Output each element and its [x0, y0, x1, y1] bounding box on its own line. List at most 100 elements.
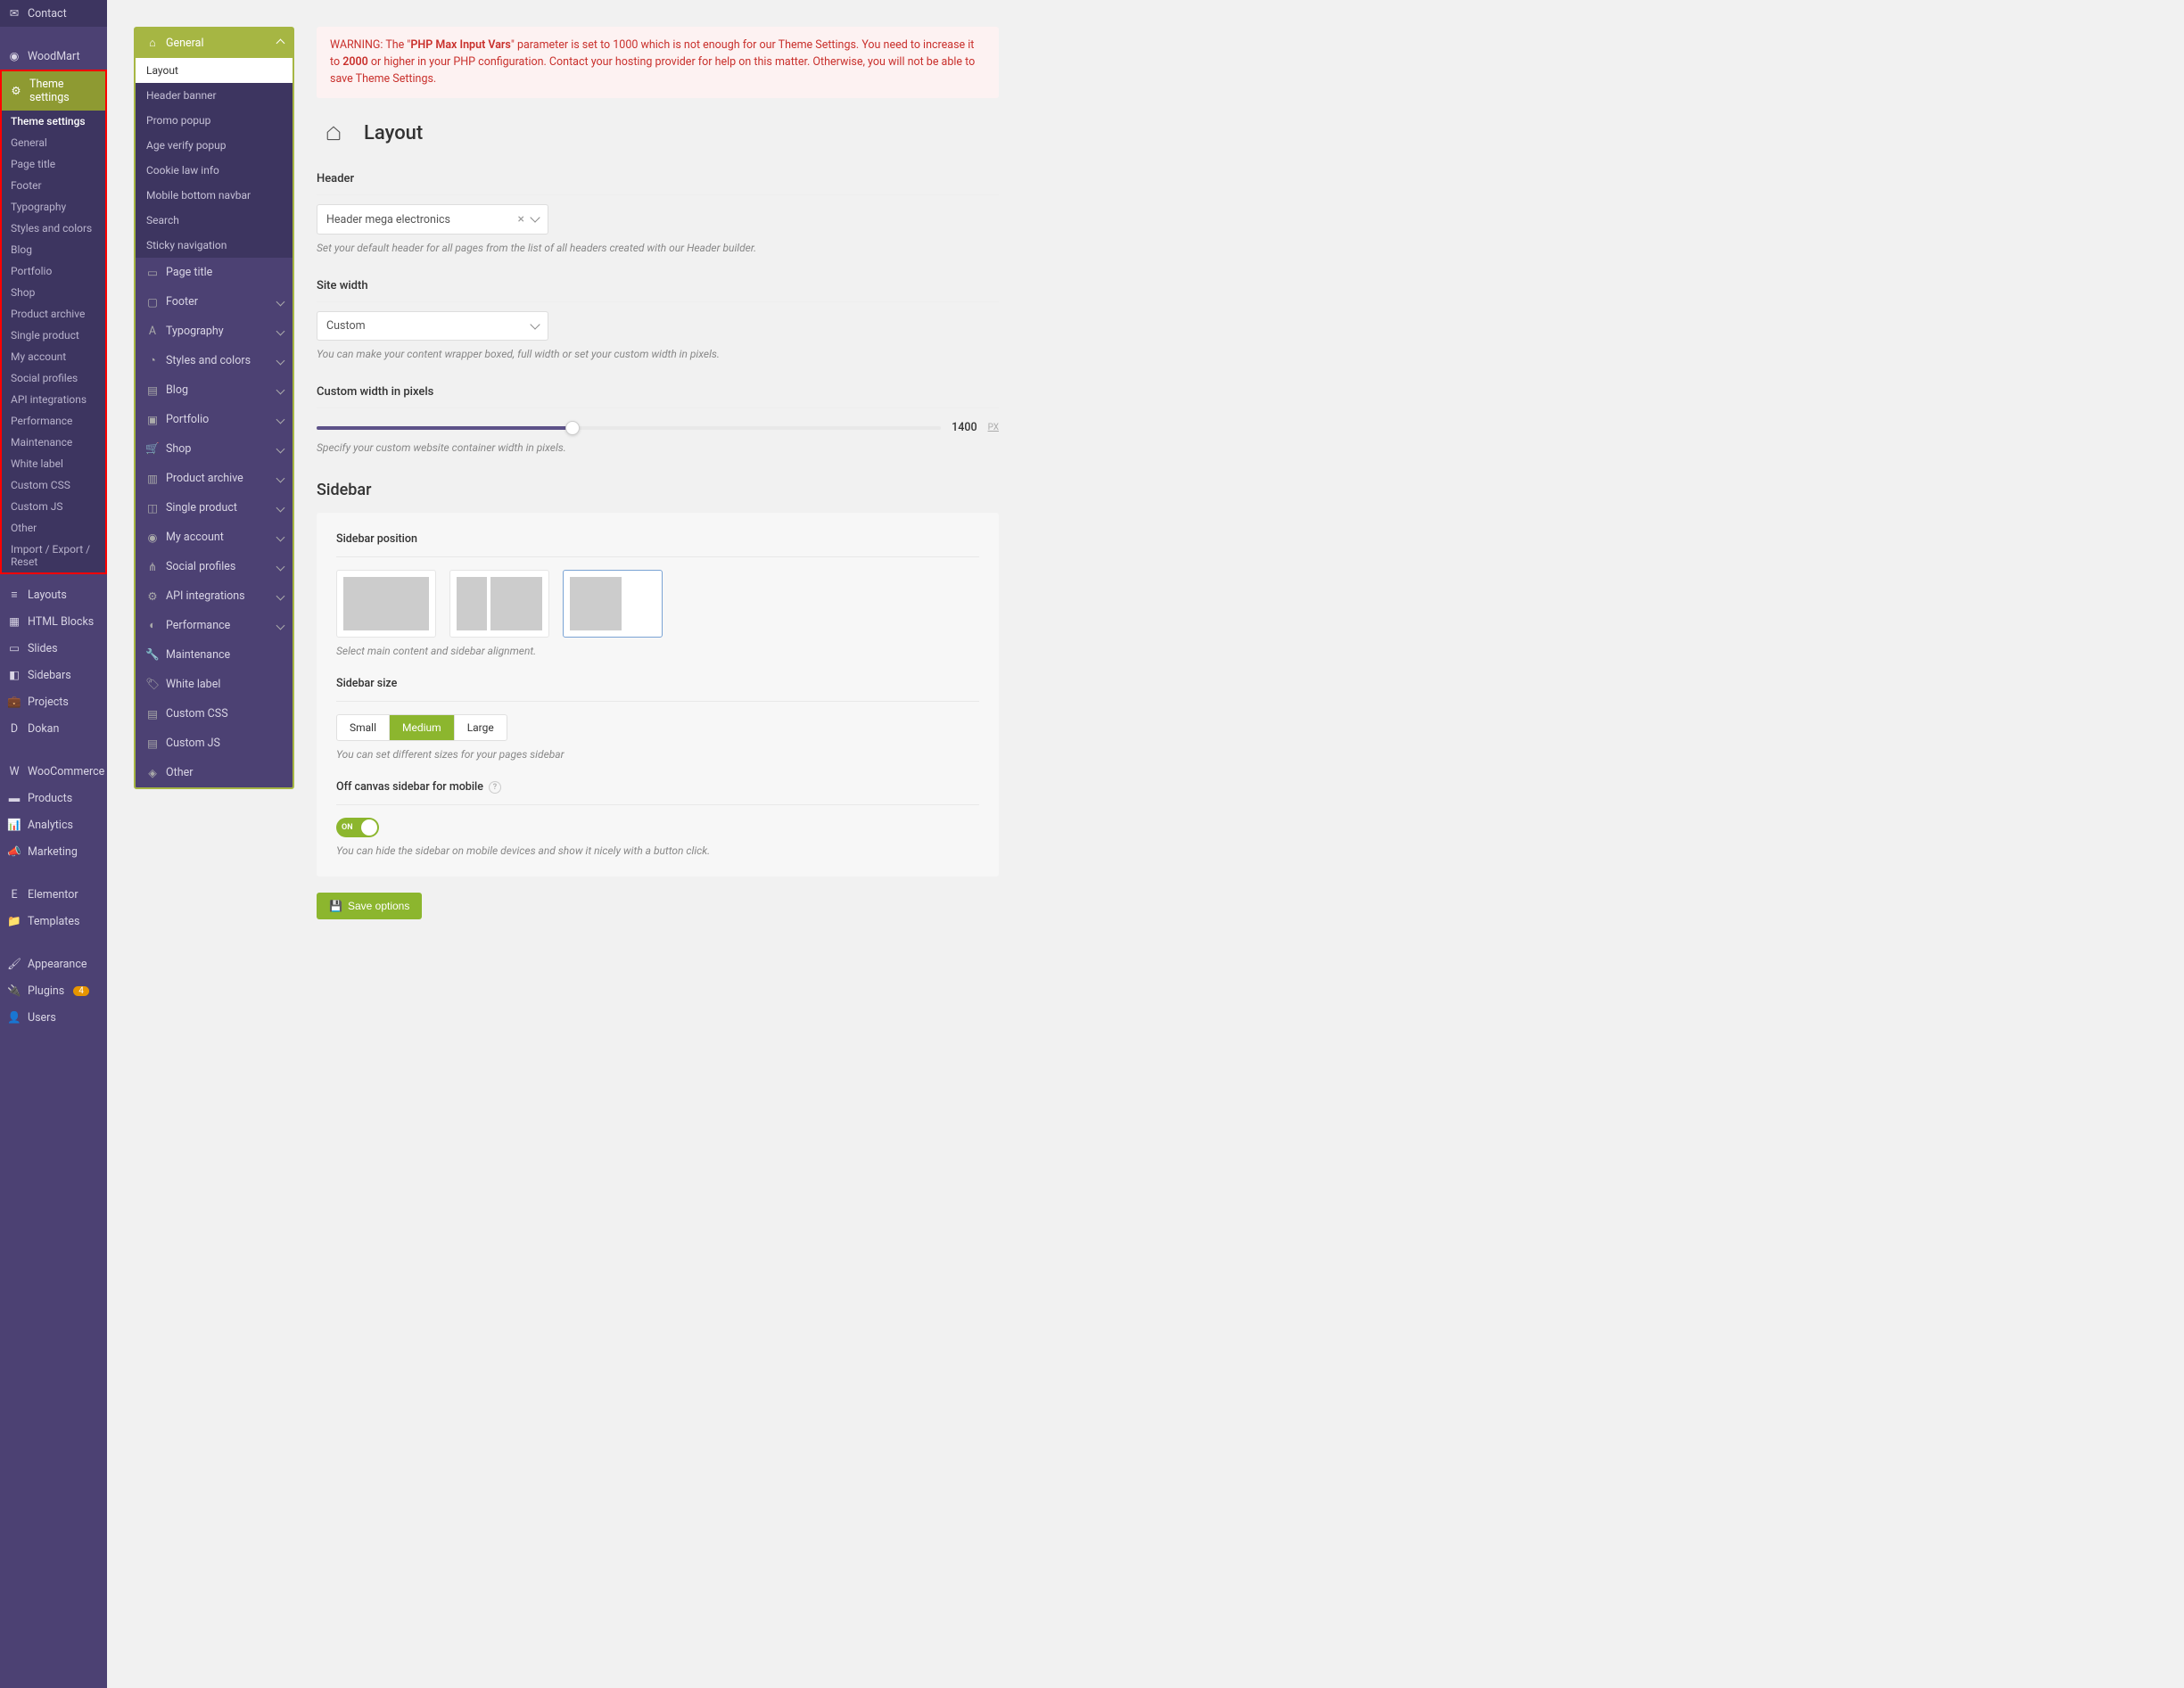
submenu-api-integrations[interactable]: API integrations [2, 389, 105, 410]
menu-appearance[interactable]: 🖌 Appearance [0, 951, 107, 977]
site-width-select[interactable]: Custom [317, 311, 548, 341]
menu-label: Templates [28, 915, 79, 928]
settings-custom-js[interactable]: ▤ Custom JS [136, 729, 293, 758]
settings-header-banner[interactable]: Header banner [136, 83, 293, 108]
settings-general[interactable]: ⌂ General [136, 29, 293, 58]
sidebar-panel: Sidebar position Select main content and… [317, 513, 999, 877]
clear-icon[interactable]: × [518, 212, 524, 226]
settings-maintenance[interactable]: 🔧 Maintenance [136, 640, 293, 670]
submenu-footer[interactable]: Footer [2, 175, 105, 196]
submenu-theme-settings-heading[interactable]: Theme settings [2, 111, 105, 132]
size-option-small[interactable]: Small [337, 715, 390, 740]
divider [336, 701, 979, 702]
header-select[interactable]: Header mega electronics × [317, 204, 548, 235]
settings-blog[interactable]: ▤ Blog [136, 375, 293, 405]
submenu-custom-css[interactable]: Custom CSS [2, 474, 105, 496]
settings-layout[interactable]: Layout [136, 58, 293, 83]
settings-page-title[interactable]: ▭ Page title [136, 258, 293, 287]
settings-white-label[interactable]: 🏷 White label [136, 670, 293, 699]
menu-woocommerce[interactable]: W WooCommerce [0, 758, 107, 785]
settings-age-verify[interactable]: Age verify popup [136, 133, 293, 158]
submenu-import-export[interactable]: Import / Export / Reset [2, 539, 105, 572]
settings-typography[interactable]: A Typography [136, 317, 293, 346]
settings-cookie-law[interactable]: Cookie law info [136, 158, 293, 183]
submenu-page-title[interactable]: Page title [2, 153, 105, 175]
settings-product-archive[interactable]: ▥ Product archive [136, 464, 293, 493]
submenu-other[interactable]: Other [2, 517, 105, 539]
settings-social-profiles[interactable]: ⋔ Social profiles [136, 552, 293, 581]
settings-footer[interactable]: ▢ Footer [136, 287, 293, 317]
menu-products[interactable]: ▬ Products [0, 785, 107, 811]
position-option-right[interactable] [563, 570, 663, 638]
settings-sticky-nav[interactable]: Sticky navigation [136, 233, 293, 258]
menu-marketing[interactable]: 📣 Marketing [0, 838, 107, 865]
wrench-icon: 🔧 [146, 649, 159, 662]
menu-templates[interactable]: 📁 Templates [0, 908, 107, 935]
submenu-white-label[interactable]: White label [2, 453, 105, 474]
submenu-blog[interactable]: Blog [2, 239, 105, 260]
menu-analytics[interactable]: 📊 Analytics [0, 811, 107, 838]
menu-woodmart[interactable]: ◉ WoodMart [0, 43, 107, 70]
menu-label: WoodMart [28, 50, 80, 63]
settings-label: Shop [166, 442, 191, 456]
settings-search[interactable]: Search [136, 208, 293, 233]
settings-single-product[interactable]: ◫ Single product [136, 493, 293, 523]
submenu-my-account[interactable]: My account [2, 346, 105, 367]
settings-portfolio[interactable]: ▣ Portfolio [136, 405, 293, 434]
submenu-typography[interactable]: Typography [2, 196, 105, 218]
submenu-custom-js[interactable]: Custom JS [2, 496, 105, 517]
submenu-single-product[interactable]: Single product [2, 325, 105, 346]
settings-styles-colors[interactable]: ◔ Styles and colors [136, 346, 293, 375]
field-header: Header Header mega electronics × Set you… [317, 172, 999, 254]
menu-sidebars[interactable]: ◧ Sidebars [0, 662, 107, 688]
offcanvas-toggle[interactable]: ON [336, 818, 379, 837]
submenu-performance[interactable]: Performance [2, 410, 105, 432]
menu-dokan[interactable]: D Dokan [0, 715, 107, 742]
menu-plugins[interactable]: 🔌 Plugins 4 [0, 977, 107, 1004]
save-button[interactable]: 💾 Save options [317, 893, 422, 919]
size-option-large[interactable]: Large [455, 715, 507, 740]
settings-label: Maintenance [166, 648, 230, 662]
settings-promo-popup[interactable]: Promo popup [136, 108, 293, 133]
slider-unit[interactable]: PX [988, 423, 999, 432]
settings-other[interactable]: ◈ Other [136, 758, 293, 787]
submenu-portfolio[interactable]: Portfolio [2, 260, 105, 282]
menu-layouts[interactable]: ≡ Layouts [0, 581, 107, 608]
submenu-styles-colors[interactable]: Styles and colors [2, 218, 105, 239]
menu-projects[interactable]: 💼 Projects [0, 688, 107, 715]
menu-label: Sidebars [28, 669, 71, 682]
briefcase-icon: 💼 [7, 695, 21, 709]
settings-performance[interactable]: ◐ Performance [136, 611, 293, 640]
submenu-shop[interactable]: Shop [2, 282, 105, 303]
menu-elementor[interactable]: E Elementor [0, 881, 107, 908]
settings-mobile-navbar[interactable]: Mobile bottom navbar [136, 183, 293, 208]
menu-contact[interactable]: ✉ Contact [0, 0, 107, 27]
submenu-maintenance[interactable]: Maintenance [2, 432, 105, 453]
settings-shop[interactable]: 🛒 Shop [136, 434, 293, 464]
settings-label: My account [166, 531, 224, 544]
settings-api-integrations[interactable]: ⚙ API integrations [136, 581, 293, 611]
warning-text: or higher in your PHP configuration. Con… [330, 55, 975, 86]
size-option-medium[interactable]: Medium [390, 715, 455, 740]
position-option-none[interactable] [336, 570, 436, 638]
menu-label: WooCommerce [28, 765, 104, 778]
menu-users[interactable]: 👤 Users [0, 1004, 107, 1031]
footer-icon: ▢ [146, 296, 159, 309]
menu-label: Projects [28, 696, 69, 709]
position-option-left[interactable] [449, 570, 549, 638]
submenu-social-profiles[interactable]: Social profiles [2, 367, 105, 389]
menu-theme-settings[interactable]: ⚙ Theme settings [0, 70, 107, 111]
help-icon[interactable]: ? [489, 781, 501, 794]
menu-html-blocks[interactable]: ▦ HTML Blocks [0, 608, 107, 635]
menu-slides[interactable]: ▭ Slides [0, 635, 107, 662]
settings-my-account[interactable]: ◉ My account [136, 523, 293, 552]
submenu-general[interactable]: General [2, 132, 105, 153]
settings-custom-css[interactable]: ▤ Custom CSS [136, 699, 293, 729]
slider-thumb[interactable] [565, 421, 580, 435]
divider [336, 556, 979, 557]
submenu-product-archive[interactable]: Product archive [2, 303, 105, 325]
slider-track[interactable] [317, 426, 941, 430]
menu-label: Theme settings [29, 78, 98, 104]
settings-label: Performance [166, 619, 230, 632]
offcanvas-label: Off canvas sidebar for mobile ? [336, 780, 979, 794]
